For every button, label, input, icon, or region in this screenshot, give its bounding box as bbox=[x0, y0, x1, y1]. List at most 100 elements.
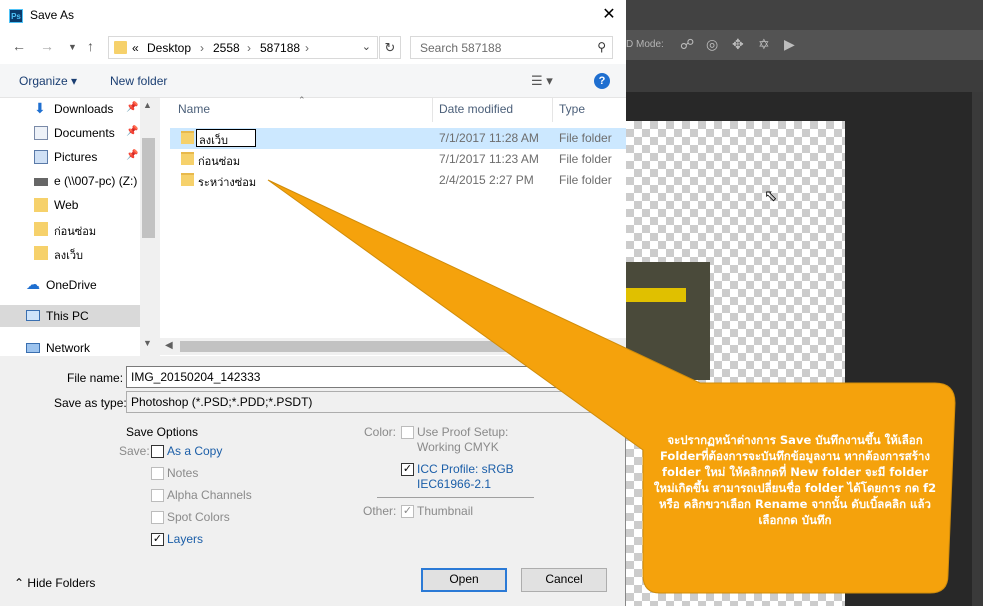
save-label: Save: bbox=[119, 444, 150, 458]
nav-item-network-drive[interactable]: e (\\007-pc) (Z:) bbox=[0, 170, 140, 192]
column-header-type[interactable]: Type bbox=[559, 102, 585, 124]
folder-icon bbox=[34, 246, 48, 260]
notes-checkbox[interactable] bbox=[151, 467, 164, 480]
cancel-button[interactable]: Cancel bbox=[521, 568, 607, 592]
column-header-name[interactable]: Name bbox=[178, 102, 210, 124]
scrollbar-thumb[interactable] bbox=[142, 138, 155, 238]
nav-item-network[interactable]: Network bbox=[0, 337, 140, 356]
color-label: Color: bbox=[364, 425, 397, 439]
folder-icon bbox=[181, 131, 194, 144]
table-row[interactable]: ก่อนซ่อม 7/1/2017 11:23 AM File folder bbox=[170, 149, 626, 170]
download-icon: ⬇ bbox=[34, 100, 46, 116]
column-divider[interactable] bbox=[552, 98, 553, 122]
overflow-chevron[interactable]: « bbox=[132, 41, 139, 55]
folder-icon bbox=[181, 152, 194, 165]
close-icon[interactable]: ✕ bbox=[596, 4, 622, 26]
scrollbar-thumb[interactable] bbox=[180, 341, 520, 352]
spot-colors-label: Spot Colors bbox=[167, 510, 230, 524]
file-name-field[interactable]: IMG_20150204_142333 bbox=[126, 366, 626, 388]
save-options-heading: Save Options bbox=[126, 425, 199, 439]
spot-colors-checkbox[interactable] bbox=[151, 511, 164, 524]
table-row[interactable]: ระหว่างซ่อม 2/4/2015 2:27 PM File folder bbox=[170, 170, 626, 191]
video-camera-icon[interactable]: ▶ bbox=[784, 36, 795, 53]
help-icon[interactable]: ? bbox=[594, 73, 610, 89]
as-a-copy-label: As a Copy bbox=[167, 444, 223, 458]
icc-profile-checkbox[interactable]: ✓ bbox=[401, 463, 414, 476]
pin-icon: 📌 bbox=[126, 150, 139, 161]
hide-folders-button[interactable]: ⌃ Hide Folders bbox=[14, 576, 95, 590]
use-proof-setup-checkbox[interactable] bbox=[401, 426, 414, 439]
folder-icon bbox=[34, 222, 48, 236]
refresh-icon[interactable]: ↻ bbox=[379, 36, 401, 59]
callout-text: จะปรากฏหน้าต่างการ Save บันทึกงานขึ้น ให… bbox=[653, 433, 937, 527]
rename-input[interactable]: ลงเว็บ bbox=[196, 129, 256, 147]
as-a-copy-checkbox[interactable] bbox=[151, 445, 164, 458]
file-name-label: File name: bbox=[67, 371, 124, 385]
column-divider[interactable] bbox=[432, 98, 433, 122]
nav-item-this-pc[interactable]: This PC bbox=[0, 305, 140, 327]
nav-pane-scrollbar[interactable]: ▲ ▼ bbox=[140, 98, 157, 356]
thumbnail-checkbox[interactable]: ✓ bbox=[401, 505, 414, 518]
nav-item-pictures[interactable]: Pictures 📌 bbox=[0, 146, 140, 168]
name-cell: ระหว่างซ่อม bbox=[198, 177, 257, 189]
date-cell: 7/1/2017 11:23 AM bbox=[439, 152, 539, 166]
folder-icon bbox=[181, 173, 194, 186]
nav-item-documents[interactable]: Documents 📌 bbox=[0, 122, 140, 144]
search-input[interactable]: Search 587188 ⚲ bbox=[410, 36, 613, 59]
slide-icon[interactable]: ✡ bbox=[758, 36, 770, 53]
title-bar: Ps Save As ✕ bbox=[0, 0, 626, 32]
layers-checkbox[interactable]: ✓ bbox=[151, 533, 164, 546]
back-arrow-icon[interactable]: ← bbox=[12, 38, 26, 54]
folder-icon bbox=[34, 198, 48, 212]
nav-item-label: Pictures bbox=[54, 150, 98, 164]
address-bar[interactable]: « Desktop › 2558 › 587188 › ⌄ bbox=[108, 36, 378, 59]
save-as-dialog: Ps Save As ✕ ← → ▼ ↑ « Desktop › 2558 › … bbox=[0, 0, 626, 606]
use-proof-setup-label: Use Proof Setup: bbox=[417, 425, 509, 439]
type-cell: File folder bbox=[559, 131, 612, 145]
document-tabs bbox=[626, 60, 983, 92]
recent-locations-icon[interactable]: ▼ bbox=[68, 42, 77, 52]
onedrive-icon: ☁ bbox=[26, 276, 40, 292]
breadcrumb-separator: › bbox=[247, 41, 251, 55]
file-list-scrollbar[interactable]: ◀ bbox=[160, 338, 626, 355]
nav-item-label: e (\\007-pc) (Z:) bbox=[54, 174, 138, 188]
chevron-up-icon: ⌃ bbox=[14, 576, 25, 590]
nav-item-folder[interactable]: ก่อนซ่อม bbox=[0, 218, 140, 240]
nav-item-label: This PC bbox=[46, 309, 89, 323]
forward-arrow-icon[interactable]: → bbox=[40, 38, 54, 54]
navigation-pane: ⬇ Downloads 📌 Documents 📌 Pictures 📌 e (… bbox=[0, 98, 157, 356]
alpha-channels-checkbox[interactable] bbox=[151, 489, 164, 502]
breadcrumb-2558[interactable]: 2558 bbox=[213, 41, 240, 55]
mouse-cursor-icon: ⬁ bbox=[764, 188, 778, 205]
table-row[interactable]: ลงเว็บ 7/1/2017 11:28 AM File folder bbox=[170, 128, 626, 149]
nav-item-folder[interactable]: ลงเว็บ bbox=[0, 242, 140, 264]
search-icon: ⚲ bbox=[597, 40, 606, 54]
breadcrumb-desktop[interactable]: Desktop bbox=[147, 41, 191, 55]
divider bbox=[377, 497, 534, 498]
pan-icon[interactable]: ✥ bbox=[732, 36, 744, 53]
dialog-title: Save As bbox=[30, 8, 75, 22]
network-drive-icon bbox=[34, 178, 48, 186]
nav-item-downloads[interactable]: ⬇ Downloads 📌 bbox=[0, 98, 140, 120]
view-options-icon[interactable]: ☰ ▾ bbox=[531, 73, 553, 89]
orbit-icon[interactable]: ☍ bbox=[680, 36, 694, 53]
sort-ascending-icon: ⌃ bbox=[298, 95, 306, 105]
chevron-down-icon[interactable]: ⌄ bbox=[362, 40, 371, 53]
canvas-scrollbar[interactable] bbox=[972, 92, 983, 606]
roll-icon[interactable]: ◎ bbox=[706, 36, 718, 53]
column-header-date[interactable]: Date modified bbox=[439, 102, 513, 124]
new-folder-button[interactable]: New folder bbox=[110, 74, 167, 88]
nav-item-web[interactable]: Web bbox=[0, 194, 140, 216]
alpha-channels-label: Alpha Channels bbox=[167, 488, 252, 502]
scroll-up-icon[interactable]: ▲ bbox=[143, 100, 152, 110]
open-button[interactable]: Open bbox=[421, 568, 507, 592]
breadcrumb-587188[interactable]: 587188 bbox=[260, 41, 300, 55]
scroll-down-icon[interactable]: ▼ bbox=[143, 338, 152, 348]
save-as-type-select[interactable]: Photoshop (*.PSD;*.PDD;*.PSDT) bbox=[126, 391, 626, 413]
up-arrow-icon[interactable]: ↑ bbox=[87, 38, 94, 54]
organize-button[interactable]: Organize ▾ bbox=[19, 74, 77, 88]
scroll-left-icon[interactable]: ◀ bbox=[165, 340, 173, 351]
nav-item-onedrive[interactable]: ☁ OneDrive bbox=[0, 274, 140, 296]
nav-item-label: Downloads bbox=[54, 102, 114, 116]
folder-icon bbox=[114, 41, 127, 54]
